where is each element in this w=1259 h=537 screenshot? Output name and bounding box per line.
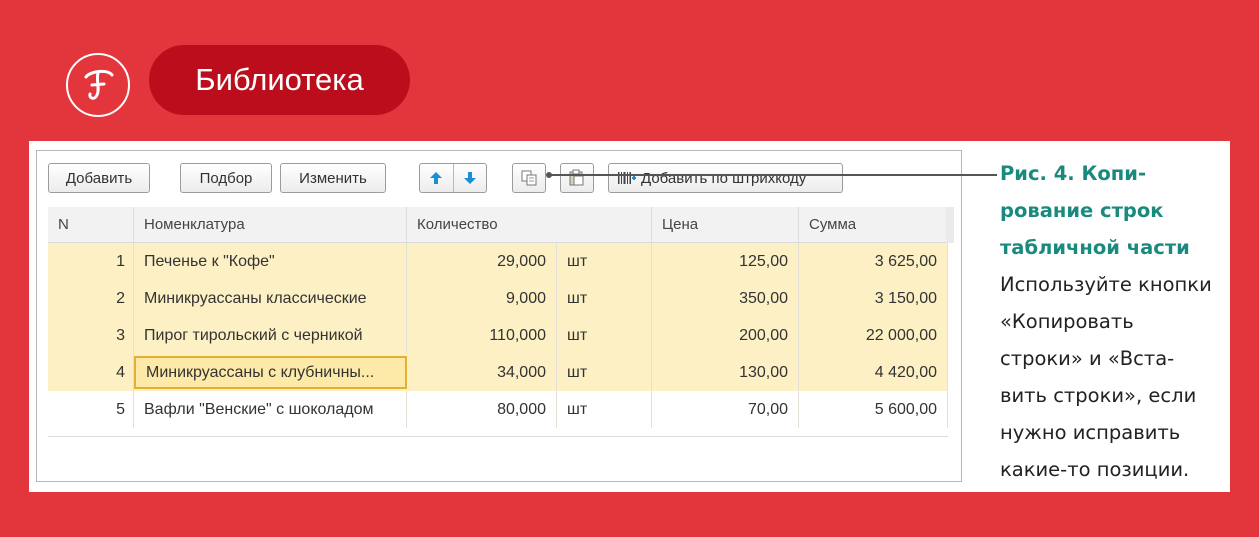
row-number: 5 [48, 391, 134, 428]
barcode-icon [618, 172, 636, 184]
row-qty[interactable]: 34,000 [407, 354, 557, 391]
table-row[interactable]: 2 Миникруассаны классические 9,000 шт 35… [48, 280, 948, 317]
row-name[interactable]: Миникруассаны классические [134, 280, 407, 317]
row-price[interactable]: 70,00 [652, 391, 799, 428]
logo-icon [84, 69, 114, 100]
caption-body-line: нужно исправить [1000, 421, 1181, 444]
caption-body-line: вить строки», если [1000, 384, 1197, 407]
goods-table: N Номенклатура Количество Цена Сумма 1 П… [48, 207, 954, 428]
document-form: Добавить Подбор Изменить Добавить по штр… [36, 150, 962, 482]
move-up-button[interactable] [420, 164, 453, 192]
row-unit[interactable]: шт [557, 317, 652, 354]
row-name-active[interactable]: Миникруассаны с клубничны... [134, 356, 407, 389]
row-qty[interactable]: 9,000 [407, 280, 557, 317]
column-header-sum[interactable]: Сумма [799, 207, 948, 242]
screenshot-panel: Добавить Подбор Изменить Добавить по штр… [29, 141, 1230, 492]
edit-button[interactable]: Изменить [280, 163, 386, 193]
caption-body-line: Используйте кнопки [1000, 273, 1212, 296]
paste-rows-button[interactable] [560, 163, 594, 193]
table-header: N Номенклатура Количество Цена Сумма [48, 207, 948, 243]
move-down-button[interactable] [452, 164, 487, 192]
callout-dot [546, 172, 552, 178]
row-price[interactable]: 350,00 [652, 280, 799, 317]
row-name[interactable]: Вафли "Венские" с шоколадом [134, 391, 407, 428]
barcode-button-label: Добавить по штрихкоду [641, 169, 807, 187]
caption-title-line: Рис. 4. Копи- [1000, 162, 1147, 185]
row-sum[interactable]: 22 000,00 [799, 317, 948, 354]
table-row-selected[interactable]: 4 Миникруассаны с клубничны... 34,000 шт… [48, 354, 948, 391]
row-name[interactable]: Печенье к "Кофе" [134, 243, 407, 280]
add-by-barcode-button[interactable]: Добавить по штрихкоду [608, 163, 843, 193]
add-button[interactable]: Добавить [48, 163, 150, 193]
select-button-label: Подбор [199, 169, 253, 187]
row-unit[interactable]: шт [557, 243, 652, 280]
row-qty[interactable]: 110,000 [407, 317, 557, 354]
caption-title-line: рование строк [1000, 199, 1164, 222]
row-number: 3 [48, 317, 134, 354]
row-sum[interactable]: 4 420,00 [799, 354, 948, 391]
row-sum[interactable]: 3 625,00 [799, 243, 948, 280]
table-row[interactable]: 3 Пирог тирольский с черникой 110,000 шт… [48, 317, 948, 354]
row-name[interactable]: Пирог тирольский с черникой [134, 317, 407, 354]
edit-button-label: Изменить [299, 169, 367, 187]
move-buttons [419, 163, 487, 193]
row-price[interactable]: 200,00 [652, 317, 799, 354]
library-badge[interactable]: Библиотека [149, 45, 410, 115]
row-number: 2 [48, 280, 134, 317]
row-number: 1 [48, 243, 134, 280]
row-qty[interactable]: 80,000 [407, 391, 557, 428]
caption-body-line: «Копировать [1000, 310, 1134, 333]
row-price[interactable]: 130,00 [652, 354, 799, 391]
table-row[interactable]: 1 Печенье к "Кофе" 29,000 шт 125,00 3 62… [48, 243, 948, 280]
row-sum[interactable]: 3 150,00 [799, 280, 948, 317]
row-unit[interactable]: шт [557, 354, 652, 391]
row-sum[interactable]: 5 600,00 [799, 391, 948, 428]
copy-rows-icon [521, 170, 537, 186]
column-header-qty[interactable]: Количество [407, 207, 652, 242]
row-qty[interactable]: 29,000 [407, 243, 557, 280]
row-unit[interactable]: шт [557, 391, 652, 428]
column-header-price[interactable]: Цена [652, 207, 799, 242]
caption-body-line: строки» и «Вста- [1000, 347, 1175, 370]
arrow-down-icon [463, 172, 476, 184]
callout-line [549, 174, 997, 176]
column-header-n[interactable]: N [48, 207, 134, 242]
logo [66, 53, 130, 117]
table-scrollbar[interactable] [946, 207, 954, 243]
table-row[interactable]: 5 Вафли "Венские" с шоколадом 80,000 шт … [48, 391, 948, 428]
select-button[interactable]: Подбор [180, 163, 272, 193]
copy-rows-button[interactable] [512, 163, 546, 193]
caption-body-line: какие-то позиции. [1000, 458, 1190, 481]
column-header-name[interactable]: Номенклатура [134, 207, 407, 242]
library-label: Библиотека [195, 62, 364, 97]
paste-rows-icon [569, 169, 584, 186]
row-number: 4 [48, 354, 134, 391]
row-unit[interactable]: шт [557, 280, 652, 317]
caption-title-line: табличной части [1000, 236, 1190, 259]
table-bottom-border [48, 436, 948, 437]
row-price[interactable]: 125,00 [652, 243, 799, 280]
add-button-label: Добавить [65, 169, 133, 187]
figure-caption: Рис. 4. Копи- рование строк табличной ча… [1000, 155, 1225, 488]
arrow-up-icon [430, 172, 443, 184]
